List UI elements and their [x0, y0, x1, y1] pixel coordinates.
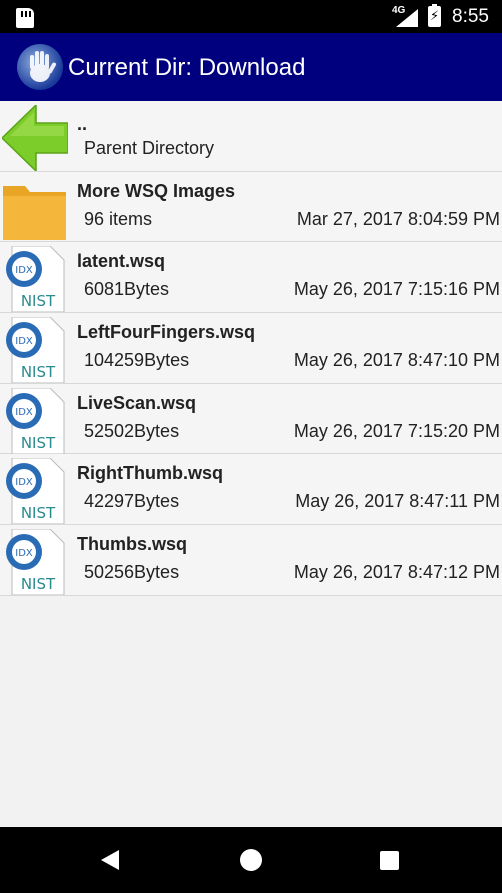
status-bar: 4G ⚡ 8:55	[0, 0, 502, 33]
file-date: May 26, 2017 8:47:11 PM	[295, 491, 500, 512]
file-detail: 104259Bytes	[84, 350, 190, 371]
back-arrow-icon	[0, 103, 69, 173]
home-circle-icon[interactable]	[240, 849, 262, 871]
file-name: Thumbs.wsq	[77, 534, 188, 555]
file-name: LeftFourFingers.wsq	[77, 322, 256, 343]
nist-icon-top-text: IDX	[15, 407, 33, 418]
sd-card-icon	[16, 8, 34, 28]
nist-icon-bottom-text: NIST	[21, 434, 56, 452]
nist-icon-bottom-text: NIST	[21, 575, 56, 593]
file-name: RightThumb.wsq	[77, 463, 223, 484]
file-name: More WSQ Images	[77, 180, 236, 201]
list-item-file[interactable]: IDX NIST LiveScan.wsq 52502Bytes May 26,…	[0, 383, 502, 455]
file-name: latent.wsq	[77, 251, 166, 272]
list-item-file[interactable]: IDX NIST RightThumb.wsq 42297Bytes May 2…	[0, 454, 502, 526]
status-clock: 8:55	[452, 6, 489, 27]
file-date: May 26, 2017 8:47:12 PM	[293, 562, 500, 583]
nist-file-icon: IDX NIST	[2, 387, 68, 455]
nist-icon-top-text: IDX	[15, 477, 33, 488]
file-detail: 96 items	[84, 208, 153, 229]
app-bar: Current Dir: Download	[0, 33, 502, 101]
folder-icon	[2, 176, 68, 242]
file-detail: 42297Bytes	[84, 491, 180, 512]
nist-icon-bottom-text: NIST	[21, 292, 56, 310]
battery-charging-icon: ⚡	[428, 4, 441, 27]
hand-print-icon	[17, 44, 63, 90]
list-item-file[interactable]: IDX NIST latent.wsq 6081Bytes May 26, 20…	[0, 242, 502, 314]
list-item-parent-directory[interactable]: .. Parent Directory	[0, 101, 502, 173]
file-detail: 6081Bytes	[84, 279, 170, 300]
nist-file-icon: IDX NIST	[2, 457, 68, 525]
file-date: May 26, 2017 8:47:10 PM	[293, 350, 500, 371]
file-detail: 50256Bytes	[84, 562, 180, 583]
list-item-folder[interactable]: More WSQ Images 96 items Mar 27, 2017 8:…	[0, 171, 502, 243]
file-date: Mar 27, 2017 8:04:59 PM	[296, 208, 500, 229]
file-date: May 26, 2017 7:15:16 PM	[293, 279, 500, 300]
nist-icon-top-text: IDX	[15, 548, 33, 559]
nist-file-icon: IDX NIST	[2, 316, 68, 384]
nist-icon-top-text: IDX	[15, 336, 33, 347]
nist-file-icon: IDX NIST	[2, 245, 68, 313]
file-name: ..	[77, 114, 88, 134]
file-date: May 26, 2017 7:15:20 PM	[293, 420, 500, 441]
list-item-file[interactable]: IDX NIST LeftFourFingers.wsq 104259Bytes…	[0, 313, 502, 384]
page-title: Current Dir: Download	[68, 54, 306, 81]
file-list: .. Parent Directory More WSQ Images 96 i…	[0, 101, 502, 596]
nist-icon-top-text: IDX	[15, 265, 33, 276]
nist-file-icon: IDX NIST	[2, 528, 68, 596]
signal-icon	[396, 9, 418, 27]
file-detail: Parent Directory	[84, 138, 215, 158]
list-item-file[interactable]: IDX NIST Thumbs.wsq 50256Bytes May 26, 2…	[0, 525, 502, 596]
recents-square-icon[interactable]	[380, 851, 399, 870]
navigation-bar	[0, 827, 502, 893]
file-name: LiveScan.wsq	[77, 392, 197, 413]
nist-icon-bottom-text: NIST	[21, 363, 56, 381]
nist-icon-bottom-text: NIST	[21, 504, 56, 522]
back-triangle-icon[interactable]	[101, 850, 119, 870]
file-detail: 52502Bytes	[84, 420, 180, 441]
